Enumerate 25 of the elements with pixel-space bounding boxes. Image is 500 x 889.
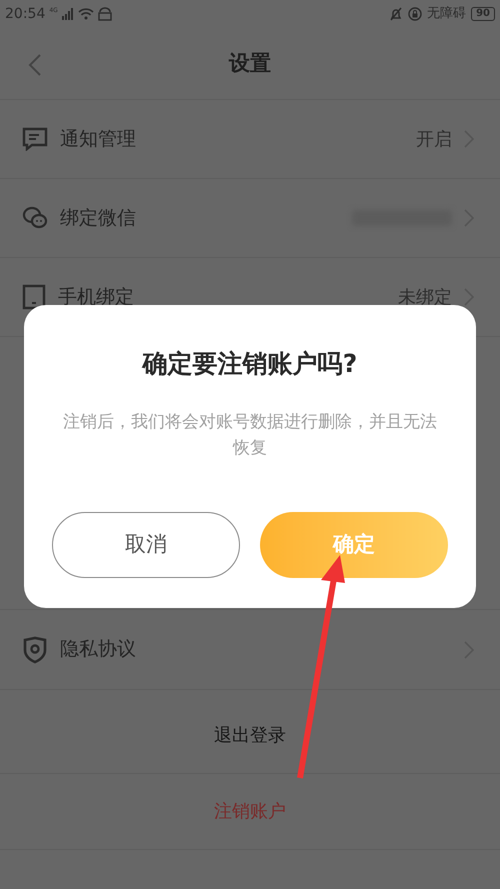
settings-row[interactable]: 通知管理 开启 xyxy=(0,100,500,179)
accessibility-label: 无障碍 xyxy=(427,5,466,24)
confirm-button[interactable]: 确定 xyxy=(260,512,448,578)
back-icon[interactable] xyxy=(28,54,42,76)
settings-row[interactable]: 隐私协议 xyxy=(0,610,500,690)
status-time: 20:54 xyxy=(5,4,46,24)
chat-bubbles-icon xyxy=(22,206,48,230)
battery-indicator: 90 xyxy=(471,7,495,21)
bell-off-icon xyxy=(389,7,404,21)
cancel-button[interactable]: 取消 xyxy=(52,512,240,578)
phone-icon xyxy=(22,284,46,310)
wifi-icon xyxy=(78,8,94,20)
chevron-right-icon xyxy=(464,288,474,306)
settings-row[interactable]: 绑定微信 xyxy=(0,179,500,258)
lock-icon xyxy=(408,7,422,21)
message-icon xyxy=(22,127,48,151)
signal-icon xyxy=(62,8,74,20)
dialog-title: 确定要注销账户吗? xyxy=(142,348,358,380)
shield-icon xyxy=(22,636,48,664)
delete-account-button[interactable]: 注销账户 xyxy=(214,798,286,825)
page-title: 设置 xyxy=(229,50,271,77)
dialog-message: 注销后，我们将会对账号数据进行删除，并且无法恢复 xyxy=(62,410,438,460)
setting-value: 开启 xyxy=(416,128,452,152)
setting-value: 未绑定 xyxy=(398,286,452,310)
logout-button[interactable]: 退出登录 xyxy=(214,722,286,749)
